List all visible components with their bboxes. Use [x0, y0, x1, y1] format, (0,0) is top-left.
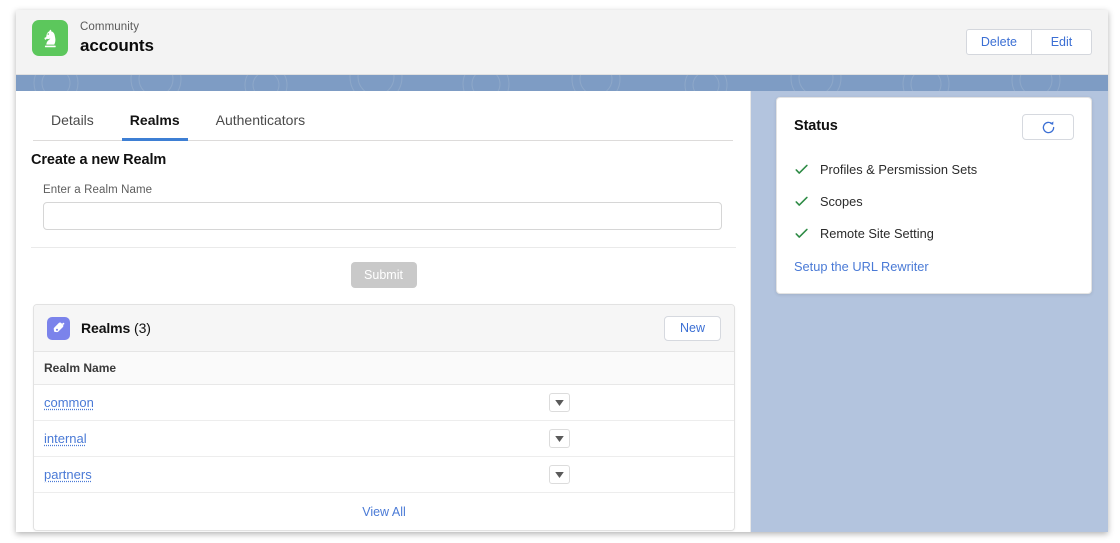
right-sidebar-column: Status Profiles & Persmission Sets Scope… [751, 91, 1108, 532]
chess-knight-icon [32, 20, 68, 56]
realms-table-head: Realm Name [34, 352, 734, 385]
status-item-scopes: Scopes [794, 194, 1074, 209]
decorative-banner [16, 75, 1108, 91]
status-card-header: Status [794, 114, 1074, 140]
header-actions: Delete Edit [965, 29, 1092, 55]
check-icon [794, 226, 809, 241]
realm-name-input[interactable] [43, 202, 722, 230]
status-item-label: Profiles & Persmission Sets [820, 162, 978, 177]
status-item-profiles: Profiles & Persmission Sets [794, 162, 1074, 177]
realm-tag-icon [47, 316, 70, 340]
status-title: Status [794, 118, 838, 134]
submit-row: Submit [31, 247, 736, 288]
realm-link-common[interactable]: common [44, 395, 94, 410]
check-icon [794, 162, 809, 177]
record-identity: Community accounts [32, 20, 154, 56]
view-all-footer[interactable]: View All [34, 493, 734, 530]
status-item-label: Scopes [820, 194, 863, 209]
app-root: Community accounts Delete Edit Details R… [0, 0, 1120, 543]
table-cell-actions [384, 384, 734, 421]
delete-button[interactable]: Delete [965, 29, 1032, 55]
url-rewriter-link[interactable]: Setup the URL Rewriter [794, 259, 1074, 274]
refresh-button[interactable] [1022, 114, 1074, 140]
realm-name-label: Enter a Realm Name [43, 184, 153, 196]
table-header-row: Realm Name [34, 352, 734, 385]
new-realm-button[interactable]: New [663, 315, 721, 341]
realms-list-count: (3) [134, 320, 151, 336]
tab-bar: Details Realms Authenticators [33, 105, 733, 141]
chevron-down-icon[interactable] [548, 465, 570, 484]
realms-related-list: Realms (3) New Realm Name common interna… [33, 304, 735, 531]
record-type-label: Community [80, 21, 140, 33]
chevron-down-icon[interactable] [548, 429, 570, 448]
table-cell-realm-name: common [34, 384, 384, 421]
check-icon [794, 194, 809, 209]
column-header-realm-name[interactable]: Realm Name [34, 352, 384, 385]
tab-authenticators[interactable]: Authenticators [198, 105, 324, 141]
page-frame: Community accounts Delete Edit Details R… [16, 10, 1108, 532]
submit-button[interactable]: Submit [350, 262, 417, 288]
view-all-link[interactable]: View All [362, 505, 406, 519]
create-realm-heading: Create a new Realm [31, 152, 167, 168]
table-row: common [34, 384, 734, 421]
status-item-remote-site: Remote Site Setting [794, 226, 1074, 241]
table-cell-actions [384, 420, 734, 457]
realms-list-title: Realms (3) [81, 320, 151, 336]
table-row: partners [34, 456, 734, 493]
realm-name-field-group: Enter a Realm Name [43, 184, 735, 230]
record-header: Community accounts Delete Edit [16, 10, 1108, 75]
main-content-column: Details Realms Authenticators Create a n… [16, 91, 751, 532]
realm-link-internal[interactable]: internal [44, 431, 87, 446]
realm-link-partners[interactable]: partners [44, 467, 92, 482]
tab-realms[interactable]: Realms [112, 105, 198, 141]
table-cell-actions [384, 456, 734, 493]
tab-details[interactable]: Details [33, 105, 112, 141]
table-cell-realm-name: partners [34, 456, 384, 493]
body-area: Details Realms Authenticators Create a n… [16, 91, 1108, 532]
page-title: accounts [80, 36, 154, 55]
realms-table: Realm Name common internal partners [34, 352, 734, 493]
realms-list-title-text: Realms [81, 320, 131, 336]
chevron-down-icon[interactable] [548, 393, 570, 412]
realms-list-header: Realms (3) New [34, 305, 734, 352]
table-cell-realm-name: internal [34, 420, 384, 457]
status-card: Status Profiles & Persmission Sets Scope… [776, 97, 1092, 294]
refresh-icon [1041, 120, 1056, 135]
status-item-label: Remote Site Setting [820, 226, 934, 241]
table-row: internal [34, 420, 734, 457]
edit-button[interactable]: Edit [1032, 29, 1092, 55]
column-header-actions [384, 352, 734, 385]
realms-table-body: common internal partners [34, 384, 734, 493]
